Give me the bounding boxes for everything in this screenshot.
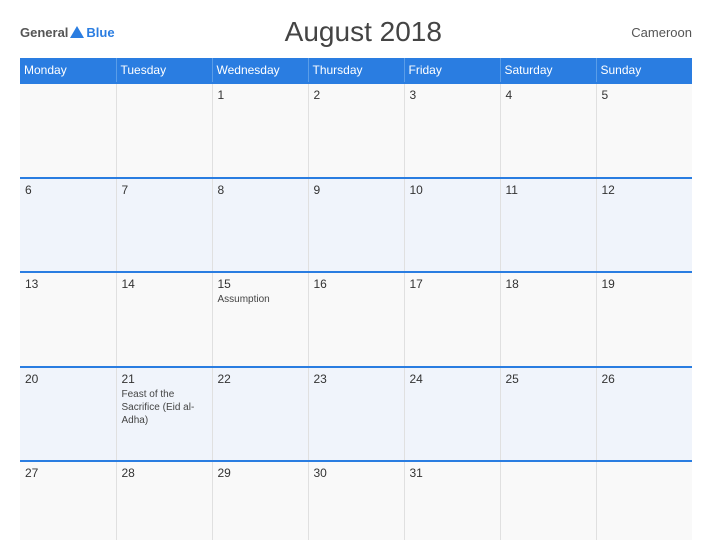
calendar-cell-r3-c1: 13 xyxy=(20,272,116,367)
calendar-cell-r3-c2: 14 xyxy=(116,272,212,367)
day-number: 31 xyxy=(410,466,495,480)
calendar-cell-r4-c2: 21 Feast of the Sacrifice (Eid al-Adha) xyxy=(116,367,212,462)
day-number: 24 xyxy=(410,372,495,386)
calendar-cell-r5-c6 xyxy=(500,461,596,540)
calendar-cell-r4-c5: 24 xyxy=(404,367,500,462)
day-number: 6 xyxy=(25,183,111,197)
calendar-cell-r3-c3: 15 Assumption xyxy=(212,272,308,367)
day-number: 19 xyxy=(602,277,688,291)
calendar-cell-r1-c4: 2 xyxy=(308,83,404,178)
day-number: 8 xyxy=(218,183,303,197)
calendar-cell-r2-c6: 11 xyxy=(500,178,596,273)
day-number: 15 xyxy=(218,277,303,291)
day-number: 20 xyxy=(25,372,111,386)
calendar-row-4: 20 21 Feast of the Sacrifice (Eid al-Adha)… xyxy=(20,367,692,462)
col-monday: Monday xyxy=(20,58,116,83)
day-number: 1 xyxy=(218,88,303,102)
calendar-cell-r4-c1: 20 xyxy=(20,367,116,462)
day-number: 11 xyxy=(506,183,591,197)
calendar-table: Monday Tuesday Wednesday Thursday Friday… xyxy=(20,58,692,540)
day-number: 16 xyxy=(314,277,399,291)
page-title: August 2018 xyxy=(115,16,612,48)
calendar-row-5: 27 28 29 30 31 xyxy=(20,461,692,540)
day-number: 10 xyxy=(410,183,495,197)
col-sunday: Sunday xyxy=(596,58,692,83)
day-number: 9 xyxy=(314,183,399,197)
calendar-cell-r2-c3: 8 xyxy=(212,178,308,273)
calendar-cell-r1-c3: 1 xyxy=(212,83,308,178)
calendar-cell-r3-c5: 17 xyxy=(404,272,500,367)
day-number: 4 xyxy=(506,88,591,102)
event-label: Feast of the Sacrifice (Eid al-Adha) xyxy=(122,389,195,426)
day-number: 14 xyxy=(122,277,207,291)
calendar-cell-r2-c4: 9 xyxy=(308,178,404,273)
logo: General Blue xyxy=(20,25,115,40)
calendar-cell-r5-c2: 28 xyxy=(116,461,212,540)
calendar-cell-r2-c2: 7 xyxy=(116,178,212,273)
country-label: Cameroon xyxy=(612,25,692,40)
day-number: 30 xyxy=(314,466,399,480)
calendar-row-3: 13 14 15 Assumption 16 17 18 19 xyxy=(20,272,692,367)
calendar-cell-r3-c6: 18 xyxy=(500,272,596,367)
day-number: 28 xyxy=(122,466,207,480)
calendar-cell-r4-c3: 22 xyxy=(212,367,308,462)
col-saturday: Saturday xyxy=(500,58,596,83)
calendar-row-1: 12345 xyxy=(20,83,692,178)
calendar-cell-r1-c5: 3 xyxy=(404,83,500,178)
calendar-cell-r1-c7: 5 xyxy=(596,83,692,178)
logo-blue: Blue xyxy=(86,25,114,40)
col-tuesday: Tuesday xyxy=(116,58,212,83)
day-number: 17 xyxy=(410,277,495,291)
day-number: 18 xyxy=(506,277,591,291)
calendar-cell-r1-c2 xyxy=(116,83,212,178)
day-number: 7 xyxy=(122,183,207,197)
logo-general: General xyxy=(20,25,68,40)
col-wednesday: Wednesday xyxy=(212,58,308,83)
calendar-cell-r1-c1 xyxy=(20,83,116,178)
calendar-header-row: Monday Tuesday Wednesday Thursday Friday… xyxy=(20,58,692,83)
day-number: 29 xyxy=(218,466,303,480)
day-number: 13 xyxy=(25,277,111,291)
day-number: 26 xyxy=(602,372,688,386)
day-number: 2 xyxy=(314,88,399,102)
event-label: Assumption xyxy=(218,294,270,305)
calendar-cell-r3-c7: 19 xyxy=(596,272,692,367)
header: General Blue August 2018 Cameroon xyxy=(20,16,692,48)
calendar-cell-r1-c6: 4 xyxy=(500,83,596,178)
calendar-cell-r5-c7 xyxy=(596,461,692,540)
calendar-cell-r5-c1: 27 xyxy=(20,461,116,540)
day-number: 27 xyxy=(25,466,111,480)
day-number: 22 xyxy=(218,372,303,386)
calendar-cell-r2-c7: 12 xyxy=(596,178,692,273)
day-number: 25 xyxy=(506,372,591,386)
col-thursday: Thursday xyxy=(308,58,404,83)
calendar-row-2: 6789 10 11 12 xyxy=(20,178,692,273)
day-number: 5 xyxy=(602,88,688,102)
col-friday: Friday xyxy=(404,58,500,83)
calendar-cell-r4-c4: 23 xyxy=(308,367,404,462)
day-number: 23 xyxy=(314,372,399,386)
calendar-cell-r4-c6: 25 xyxy=(500,367,596,462)
page: General Blue August 2018 Cameroon Monday… xyxy=(0,0,712,550)
day-number: 21 xyxy=(122,372,207,386)
calendar-cell-r5-c5: 31 xyxy=(404,461,500,540)
calendar-cell-r4-c7: 26 xyxy=(596,367,692,462)
calendar-cell-r2-c5: 10 xyxy=(404,178,500,273)
day-number: 12 xyxy=(602,183,688,197)
day-number: 3 xyxy=(410,88,495,102)
logo-triangle-icon xyxy=(70,26,84,38)
calendar-cell-r5-c4: 30 xyxy=(308,461,404,540)
calendar-cell-r5-c3: 29 xyxy=(212,461,308,540)
calendar-cell-r3-c4: 16 xyxy=(308,272,404,367)
calendar-cell-r2-c1: 6 xyxy=(20,178,116,273)
